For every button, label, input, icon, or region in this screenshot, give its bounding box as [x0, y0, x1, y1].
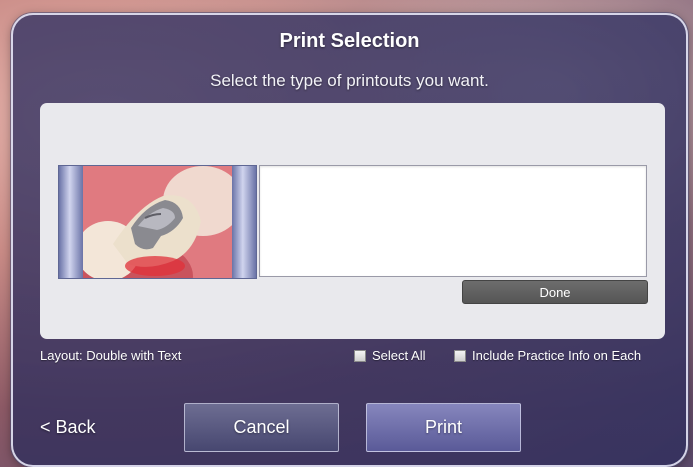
- include-practice-info-label: Include Practice Info on Each: [472, 348, 642, 363]
- checkbox-icon[interactable]: [354, 349, 366, 362]
- cancel-button[interactable]: Cancel: [184, 403, 339, 452]
- dialog-title: Print Selection: [279, 30, 420, 52]
- dialog-subtitle: Select the type of printouts you want.: [210, 71, 489, 90]
- thumbnail-frame-right: [232, 166, 256, 278]
- select-all-checkbox[interactable]: Select All: [354, 348, 425, 363]
- include-practice-info-checkbox[interactable]: Include Practice Info on Each: [454, 348, 641, 363]
- checkbox-icon[interactable]: [454, 349, 466, 362]
- print-button[interactable]: Print: [366, 403, 521, 452]
- thumbnail-frame-left: [59, 166, 83, 278]
- layout-label: Layout: Double with Text: [40, 348, 182, 363]
- printout-thumbnail[interactable]: [58, 165, 257, 279]
- dental-filling-icon: [83, 166, 232, 278]
- done-button[interactable]: Done: [462, 280, 648, 304]
- printout-text-area[interactable]: [259, 165, 647, 277]
- printout-panel: Done: [40, 103, 665, 339]
- print-selection-dialog: Print Selection Select the type of print…: [11, 13, 688, 467]
- back-link[interactable]: < Back: [40, 417, 96, 438]
- select-all-label: Select All: [372, 348, 426, 363]
